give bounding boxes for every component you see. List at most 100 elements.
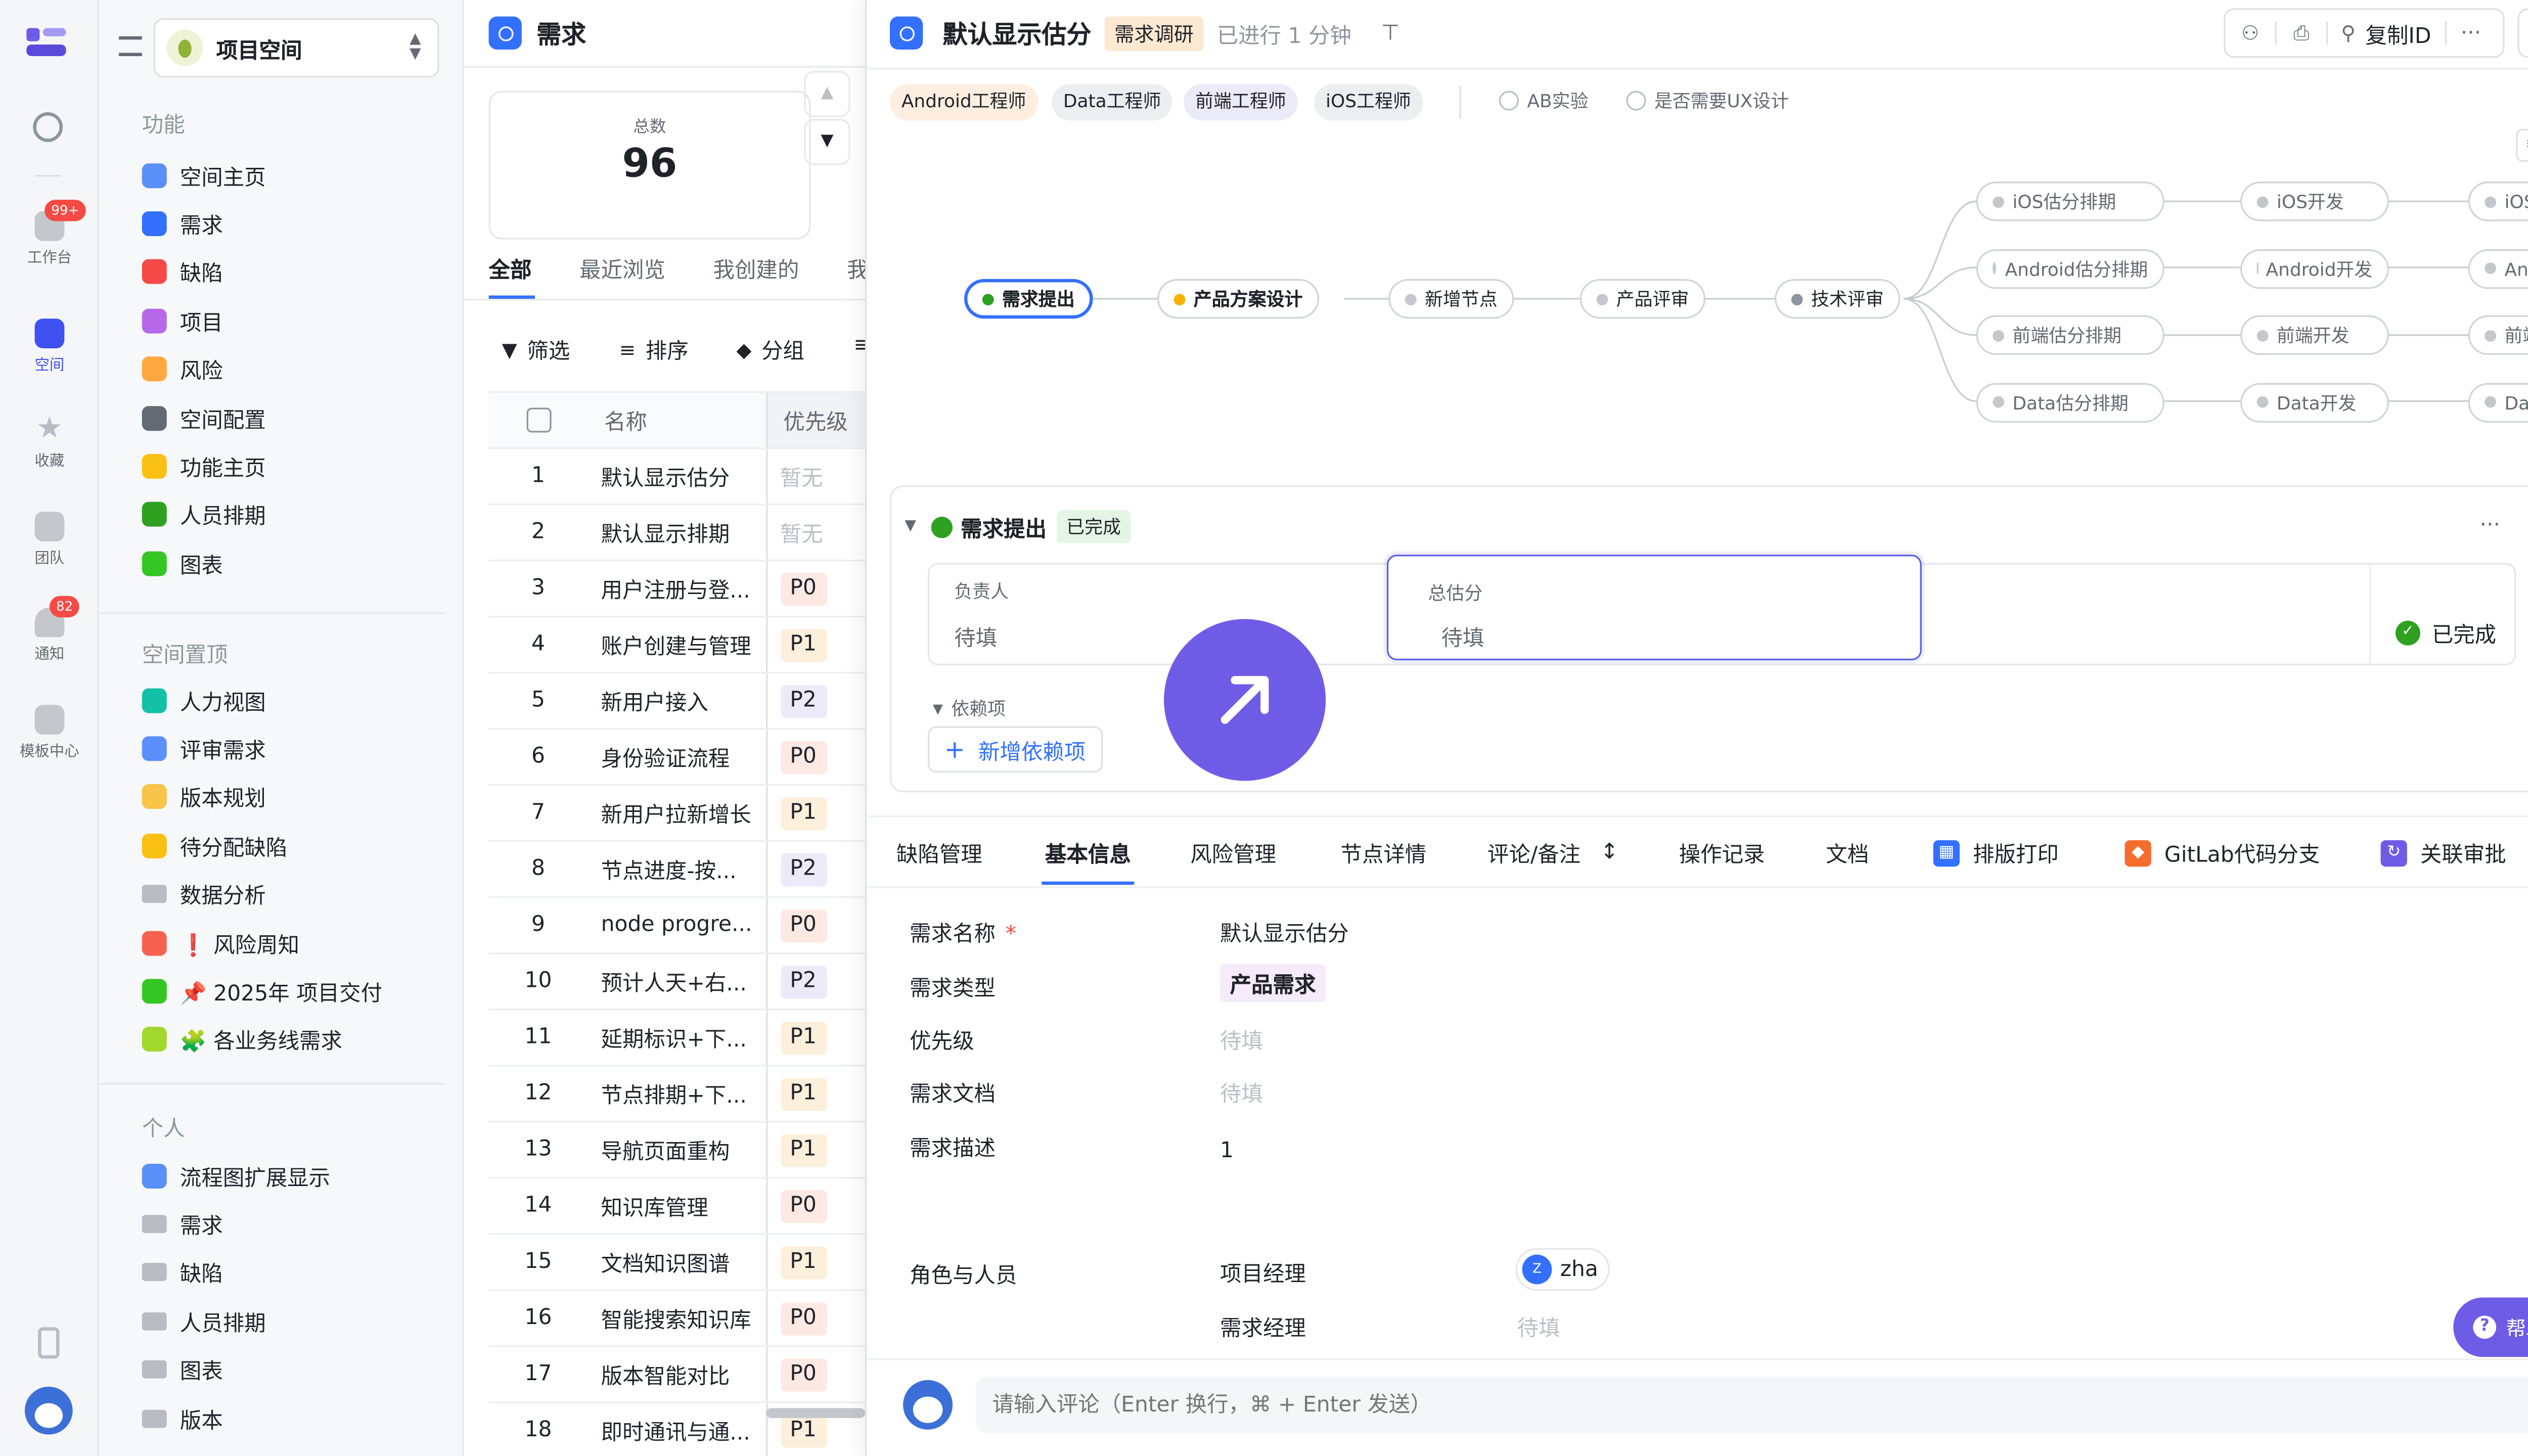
table-row[interactable]: 8 节点进度-按... P2 <box>488 841 869 898</box>
sidebar-item[interactable]: 空间主页 <box>142 157 266 193</box>
detail-tab[interactable]: 操作记录 <box>1679 837 1765 869</box>
rail-space[interactable]: 空间 <box>0 318 99 375</box>
close-button[interactable]: ✕ <box>2517 8 2528 58</box>
row-name[interactable]: 知识库管理 <box>588 1177 766 1235</box>
row-name[interactable]: 导航页面重构 <box>588 1121 766 1179</box>
ux-design-checkbox[interactable]: 是否需要UX设计 <box>1626 87 1789 114</box>
workflow-node[interactable]: Data测试 <box>2468 382 2528 422</box>
role-tag[interactable]: Data工程师 <box>1051 84 1173 121</box>
row-priority[interactable]: 暂无 <box>765 448 869 506</box>
sidebar-item[interactable]: 🧩 各业务线需求 <box>142 1022 342 1058</box>
row-priority[interactable]: P2 <box>765 953 869 1011</box>
table-row[interactable]: 7 新用户拉新增长 P1 <box>488 785 869 842</box>
row-priority[interactable]: 暂无 <box>765 504 869 562</box>
filter-button[interactable]: ▼ 筛选 <box>502 334 570 365</box>
rail-notifications[interactable]: 通知 82 <box>0 596 99 664</box>
sort-button[interactable]: ≡ 排序 <box>619 334 688 365</box>
detail-tab[interactable]: ◆ GitLab代码分支 <box>2125 837 2320 869</box>
scroll-down-button[interactable]: ▼ <box>804 119 850 165</box>
sidebar-item[interactable]: 需求 <box>142 205 223 242</box>
workflow-node[interactable]: Data估分排期 <box>1976 382 2164 422</box>
sidebar-item[interactable]: 数据分析 <box>142 876 266 913</box>
detail-tab[interactable]: 节点详情 <box>1340 837 1426 869</box>
estimate-field[interactable]: 总估分 待填 <box>1386 555 1922 661</box>
sidebar-item[interactable]: 待分配缺陷 <box>142 828 287 864</box>
scroll-up-button[interactable]: ▲ <box>804 71 850 117</box>
table-row[interactable]: 13 导航页面重构 P1 <box>488 1121 869 1179</box>
row-priority[interactable]: P1 <box>765 785 869 842</box>
workflow-node[interactable]: iOS开发 <box>2240 181 2389 221</box>
sidebar-item[interactable]: ❗ 风险周知 <box>142 925 299 961</box>
table-row[interactable]: 10 预计人天+右... P2 <box>488 953 869 1011</box>
row-priority[interactable]: P1 <box>765 1065 869 1123</box>
sidebar-item[interactable]: 空间配置 <box>142 399 266 436</box>
row-priority[interactable]: P2 <box>765 841 869 898</box>
sidebar-item[interactable]: 缺陷 <box>142 254 223 290</box>
column-name[interactable]: 名称 <box>588 391 766 449</box>
node-complete-button[interactable]: ✓ 已完成 <box>2395 617 2496 649</box>
row-name[interactable]: 节点排期+下... <box>588 1065 766 1123</box>
members-icon[interactable]: ⚇ <box>2226 21 2275 44</box>
sidebar-item[interactable]: 人员排期 <box>142 1303 266 1339</box>
select-all-cell[interactable] <box>488 391 588 449</box>
role-tag[interactable]: Android工程师 <box>889 84 1038 121</box>
row-priority[interactable]: P0 <box>765 1290 869 1347</box>
row-name[interactable]: 账户创建与管理 <box>588 616 766 674</box>
more-icon[interactable]: ··· <box>2479 514 2500 538</box>
help-button[interactable]: ? 帮助 <box>2453 1297 2528 1357</box>
row-name[interactable]: 新用户接入 <box>588 672 766 730</box>
row-name[interactable]: 延期标识+下... <box>588 1009 766 1067</box>
row-priority[interactable]: P0 <box>765 897 869 954</box>
document-value[interactable]: 待填 <box>1220 1076 1263 1108</box>
sidebar-item[interactable]: 图表 <box>142 545 223 581</box>
workflow-node[interactable]: 前端测试 <box>2468 315 2528 355</box>
row-priority[interactable]: P0 <box>765 729 869 786</box>
table-row[interactable]: 9 node progre... P0 <box>488 897 869 954</box>
tab-created[interactable]: 我创建的 <box>713 253 799 284</box>
workflow-node[interactable]: Data开发 <box>2240 382 2389 422</box>
workflow-node[interactable]: Android估分排期 <box>1976 248 2164 288</box>
bookmark-icon[interactable]: ⎙ <box>2277 21 2326 46</box>
row-priority[interactable]: P2 <box>765 672 869 730</box>
space-selector[interactable]: 项目空间 ▲ ▼ <box>153 18 439 78</box>
detail-tab[interactable]: 评论/备注 ↕ <box>1487 837 1618 869</box>
detail-tab[interactable]: 文档 <box>1826 837 1869 869</box>
row-priority[interactable]: P1 <box>765 616 869 674</box>
workflow-node[interactable]: 新增节点 <box>1388 279 1514 319</box>
sidebar-item[interactable]: 📌 2025年 项目交付 <box>142 973 382 1010</box>
table-row[interactable]: 11 延期标识+下... P1 <box>488 1009 869 1067</box>
pin-icon[interactable]: ⊤ <box>1381 21 1400 46</box>
app-logo[interactable] <box>26 25 69 61</box>
sidebar-item[interactable]: 版本规划 <box>142 779 266 815</box>
column-priority[interactable]: 优先级 <box>765 391 869 449</box>
row-name[interactable]: 文档知识图谱 <box>588 1234 766 1291</box>
row-name[interactable]: 智能搜索知识库 <box>588 1290 766 1347</box>
mobile-icon[interactable] <box>38 1327 60 1359</box>
owner-value[interactable]: 待填 <box>954 621 997 652</box>
detail-tab[interactable]: 风险管理 <box>1190 837 1276 869</box>
sidebar-item[interactable]: 流程图扩展显示 <box>142 1157 330 1194</box>
rail-team[interactable]: 团队 <box>0 512 99 568</box>
node-panel-header[interactable]: ▼ 需求提出 已完成 <box>905 510 1131 543</box>
rail-templates[interactable]: 模板中心 <box>0 705 99 761</box>
table-row[interactable]: 17 版本智能对比 P0 <box>488 1346 869 1403</box>
table-row[interactable]: 6 身份验证流程 P0 <box>488 729 869 786</box>
sidebar-item[interactable]: 评审需求 <box>142 731 266 767</box>
row-name[interactable]: 默认显示排期 <box>588 504 766 562</box>
description-value[interactable]: 1 <box>1220 1139 1234 1164</box>
flow-settings-icon[interactable]: ≡ <box>2516 128 2528 162</box>
row-priority[interactable]: P1 <box>765 1009 869 1067</box>
table-row[interactable]: 3 用户注册与登... P0 <box>488 560 869 618</box>
tab-recent[interactable]: 最近浏览 <box>579 253 665 284</box>
project-manager-chip[interactable]: Z zha <box>1515 1248 1610 1291</box>
row-priority[interactable]: P0 <box>765 1346 869 1403</box>
sidebar-item[interactable]: 风险 <box>142 351 223 387</box>
priority-value[interactable]: 待填 <box>1220 1023 1263 1055</box>
select-all-checkbox[interactable] <box>525 407 551 433</box>
tab-all[interactable]: 全部 <box>489 253 532 284</box>
horizontal-scrollbar[interactable] <box>766 1408 866 1418</box>
workflow-node[interactable]: Android测 <box>2468 248 2528 288</box>
sidebar-item[interactable]: 功能主页 <box>142 448 266 484</box>
role-tag[interactable]: 前端工程师 <box>1184 84 1298 121</box>
row-name[interactable]: 用户注册与登... <box>588 560 766 618</box>
